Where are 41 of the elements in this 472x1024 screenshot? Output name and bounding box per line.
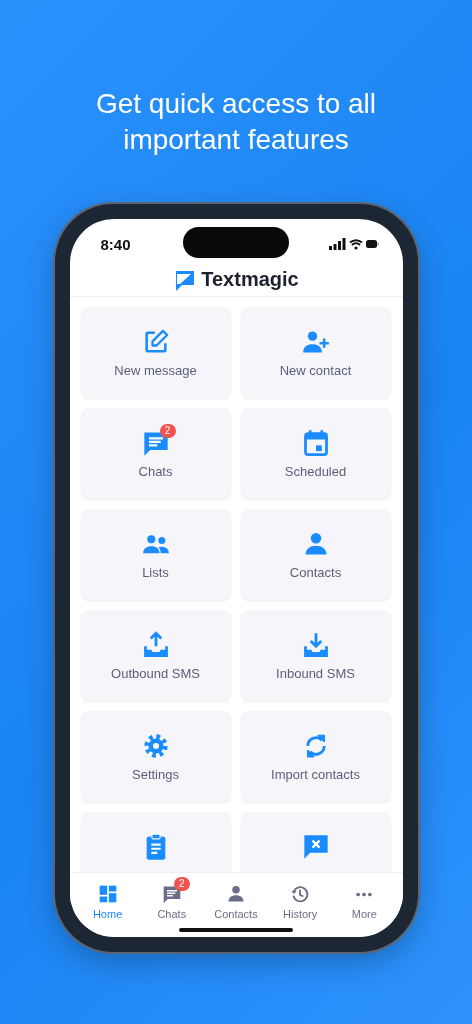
feature-tile[interactable]: Import contacts: [240, 711, 391, 802]
feature-tile[interactable]: Contacts: [240, 509, 391, 600]
tile-label: Import contacts: [271, 767, 360, 782]
feature-tile[interactable]: Settings: [80, 711, 231, 802]
tab-bar-item[interactable]: More: [334, 876, 395, 920]
logo-icon: [173, 268, 196, 291]
download-tray-icon: [301, 631, 330, 659]
calendar-icon: [301, 429, 330, 457]
count-badge: 2: [173, 877, 190, 891]
count-badge: 2: [159, 424, 176, 438]
feature-tile[interactable]: Inbound SMS: [240, 610, 391, 701]
tile-label: Inbound SMS: [276, 666, 355, 681]
feature-tile[interactable]: New message: [80, 307, 231, 398]
status-time: 8:40: [100, 235, 131, 253]
more-icon: [356, 891, 373, 897]
tile-label: Scheduled: [284, 464, 347, 479]
tile-label: Outbound SMS: [111, 666, 200, 681]
grid-icon: [97, 884, 118, 904]
tile-label: Chats: [138, 464, 173, 479]
tab-bar-item[interactable]: Home: [77, 876, 138, 920]
app-logo-text: Textmagic: [201, 268, 299, 291]
settings-icon: [141, 732, 170, 760]
history-icon: [290, 884, 311, 904]
status-icons: [328, 238, 379, 250]
tab-bar-item[interactable]: 2 Chats: [141, 876, 202, 920]
feature-tile[interactable]: Outbound SMS: [80, 610, 231, 701]
feature-tile[interactable]: 2 Chats: [80, 408, 231, 499]
tab-bar-item[interactable]: Contacts: [205, 876, 266, 920]
tile-label: Lists: [142, 565, 169, 580]
upload-tray-icon: [141, 631, 170, 659]
tile-label: New message: [114, 363, 197, 378]
feature-tile[interactable]: New contact: [240, 307, 391, 398]
tile-label: New contact: [279, 363, 352, 378]
tab-bar-item[interactable]: History: [270, 876, 331, 920]
tile-label: Contacts: [289, 565, 342, 580]
person-icon: [225, 884, 246, 904]
feature-tile[interactable]: Scheduled: [240, 408, 391, 499]
chat-x-icon: [301, 833, 330, 861]
feature-tile[interactable]: Lists: [80, 509, 231, 600]
headline: Get quick access to all important features: [94, 87, 378, 157]
tile-label: Settings: [132, 767, 179, 782]
